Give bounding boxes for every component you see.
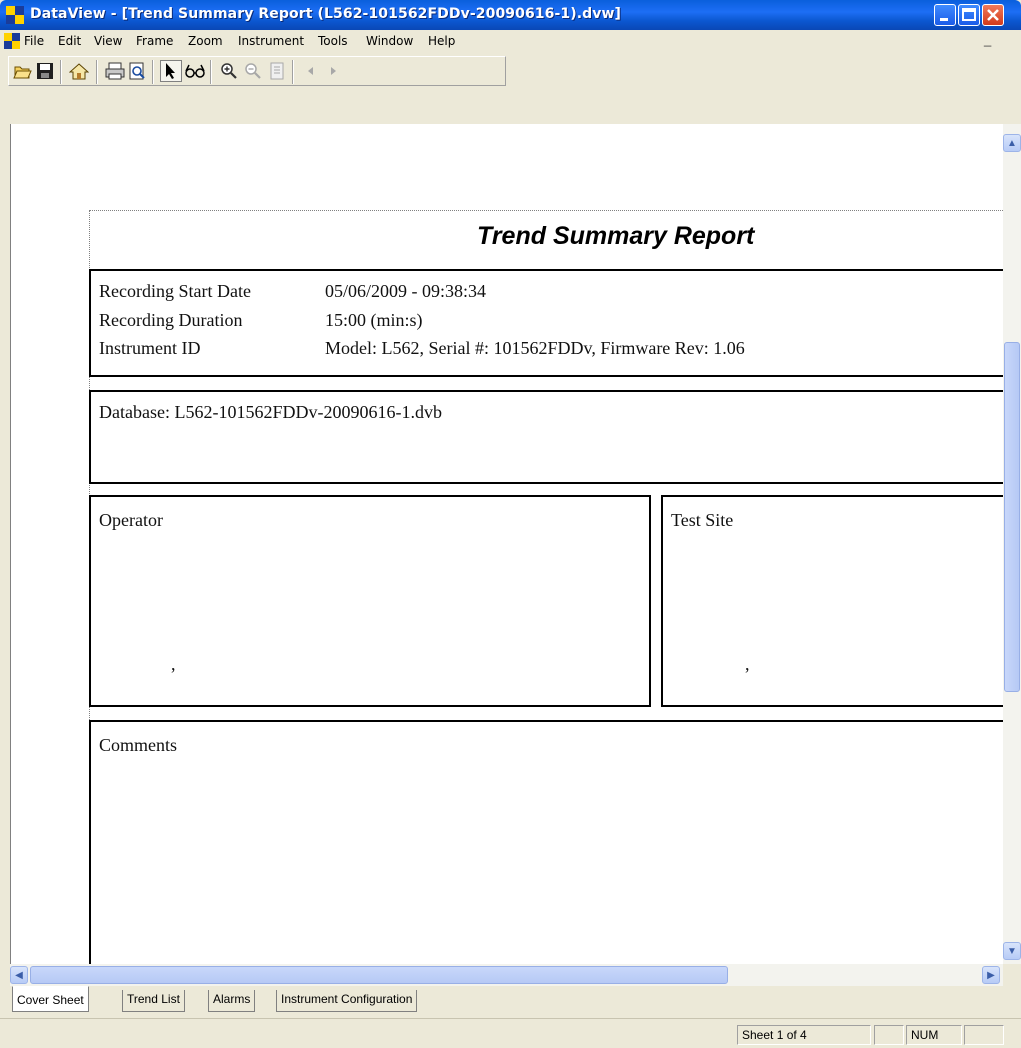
status-bar: Sheet 1 of 4 NUM [0, 1018, 1021, 1048]
horizontal-scrollbar[interactable]: ◀ ▶ [10, 964, 1003, 986]
vertical-scrollbar[interactable]: ▲ ▼ [1003, 124, 1021, 964]
document-icon[interactable] [4, 33, 20, 49]
operator-label: Operator [99, 510, 163, 530]
num-lock-indicator: NUM [906, 1025, 962, 1045]
toolbar-separator [292, 60, 294, 84]
zoom-out-icon [245, 63, 261, 79]
field-label: Recording Start Date [99, 281, 251, 301]
operator-comma: , [171, 654, 176, 674]
document-area[interactable]: Trend Summary Report Recording Start Dat… [10, 124, 1003, 964]
tab-alarms[interactable]: Alarms [208, 990, 256, 1012]
scroll-right-button[interactable]: ▶ [982, 966, 1000, 984]
tab-trend-list[interactable]: Trend List [122, 990, 185, 1012]
menu-help[interactable]: Help [428, 34, 455, 48]
previous-button [300, 60, 322, 82]
sheet-tabs: Cover Sheet Trend List Alarms Instrument… [0, 986, 1021, 1014]
maximize-button[interactable] [958, 4, 980, 26]
close-button[interactable] [982, 4, 1004, 26]
scroll-up-button[interactable]: ▲ [1003, 134, 1021, 152]
next-button [322, 60, 344, 82]
maximize-icon [962, 8, 976, 21]
scroll-down-button[interactable]: ▼ [1003, 942, 1021, 960]
sheet-indicator: Sheet 1 of 4 [737, 1025, 871, 1045]
menu-frame[interactable]: Frame [136, 34, 173, 48]
test-site-label: Test Site [671, 510, 734, 530]
toolbar [0, 52, 1021, 124]
menu-window[interactable]: Window [366, 34, 413, 48]
pointer-button[interactable] [160, 60, 182, 82]
tab-cover-sheet[interactable]: Cover Sheet [12, 986, 89, 1012]
database-text: Database: L562-101562FDDv-20090616-1.dvb [99, 402, 442, 422]
print-button[interactable] [104, 60, 126, 82]
home-icon [69, 63, 89, 80]
minimize-icon [940, 18, 948, 21]
chevron-up-icon: ▲ [1007, 137, 1017, 149]
toolbar-separator [152, 60, 154, 84]
print-preview-icon [129, 62, 145, 80]
home-button[interactable] [68, 60, 90, 82]
next-icon [331, 67, 336, 75]
print-preview-button[interactable] [126, 60, 148, 82]
fit-page-icon [270, 62, 284, 80]
status-pane-empty [874, 1025, 904, 1045]
menu-tools[interactable]: Tools [318, 34, 348, 48]
chevron-down-icon: ▼ [1007, 945, 1017, 957]
operator-box [89, 495, 651, 707]
open-icon [13, 66, 32, 79]
fit-page-button [266, 60, 288, 82]
toolbar-separator [210, 60, 212, 84]
window-title: DataView - [Trend Summary Report (L562-1… [30, 6, 622, 22]
save-button[interactable] [34, 60, 56, 82]
test-site-comma: , [745, 654, 750, 674]
menu-instrument[interactable]: Instrument [238, 34, 304, 48]
field-value: Model: L562, Serial #: 101562FDDv, Firmw… [325, 338, 745, 358]
field-label: Instrument ID [99, 338, 201, 358]
toolbar-separator [60, 60, 62, 84]
chevron-right-icon: ▶ [987, 969, 995, 981]
zoom-out-button [242, 60, 264, 82]
comments-label: Comments [99, 735, 178, 755]
menu-file[interactable]: File [24, 34, 44, 48]
toolbar-separator [96, 60, 98, 84]
report-title: Trend Summary Report [477, 222, 755, 250]
zoom-in-button[interactable] [218, 60, 240, 82]
save-icon [37, 63, 53, 79]
glasses-button[interactable] [184, 60, 206, 82]
menu-edit[interactable]: Edit [58, 34, 81, 48]
title-bar[interactable]: DataView - [Trend Summary Report (L562-1… [0, 0, 1021, 30]
dataview-app-icon [6, 6, 24, 24]
comments-box [89, 720, 1003, 964]
glasses-icon [185, 64, 205, 78]
chevron-left-icon: ◀ [15, 969, 23, 981]
field-value: 05/06/2009 - 09:38:34 [325, 281, 486, 301]
close-icon [987, 9, 999, 21]
print-icon [105, 62, 125, 80]
menu-bar: File Edit View Frame Zoom Instrument Too… [0, 30, 1021, 62]
pointer-icon [166, 63, 175, 79]
menu-view[interactable]: View [94, 34, 122, 48]
minimize-button[interactable] [934, 4, 956, 26]
menu-zoom[interactable]: Zoom [188, 34, 223, 48]
previous-icon [308, 67, 313, 75]
horizontal-scroll-thumb[interactable] [30, 966, 728, 984]
vertical-scroll-thumb[interactable] [1004, 342, 1020, 692]
field-label: Recording Duration [99, 310, 243, 330]
zoom-in-icon [221, 63, 237, 79]
status-pane-empty [964, 1025, 1004, 1045]
field-value: 15:00 (min:s) [325, 310, 423, 330]
open-button[interactable] [12, 60, 34, 82]
tab-instrument-configuration[interactable]: Instrument Configuration [276, 990, 418, 1012]
scroll-left-button[interactable]: ◀ [10, 966, 28, 984]
